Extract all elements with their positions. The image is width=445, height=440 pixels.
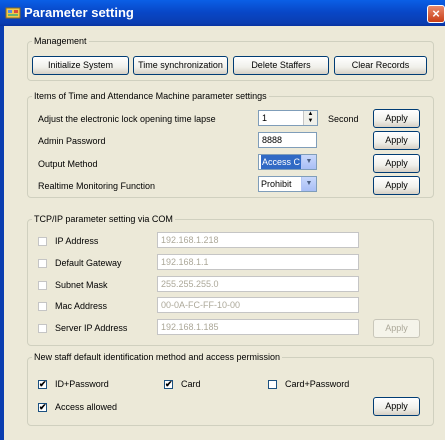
subnet-mask-label: Subnet Mask <box>55 280 108 290</box>
lock-time-unit: Second <box>328 114 359 124</box>
window-title: Parameter setting <box>24 5 134 20</box>
lock-time-input[interactable]: 1 ▲ ▼ <box>258 110 318 126</box>
new-staff-apply-button[interactable]: Apply <box>373 397 420 416</box>
new-staff-legend: New staff default identification method … <box>34 352 280 362</box>
app-icon <box>5 7 21 19</box>
mac-address-input[interactable]: 00-0A-FC-FF-10-00 <box>157 297 359 313</box>
management-legend: Management <box>34 36 87 46</box>
admin-password-label: Admin Password <box>38 136 106 146</box>
title-bar[interactable]: Parameter setting × <box>0 0 445 26</box>
admin-password-apply-button[interactable]: Apply <box>373 131 420 150</box>
server-ip-label: Server IP Address <box>55 323 128 333</box>
realtime-monitoring-label: Realtime Monitoring Function <box>38 181 156 191</box>
spinner-arrows-icon[interactable]: ▲ ▼ <box>303 111 317 125</box>
server-ip-value: 192.168.1.185 <box>161 322 219 332</box>
mac-address-checkbox[interactable] <box>38 302 47 311</box>
machine-params-legend: Items of Time and Attendance Machine par… <box>34 91 267 101</box>
realtime-monitoring-apply-button[interactable]: Apply <box>373 176 420 195</box>
access-allowed-checkbox[interactable]: ✔ <box>38 403 47 412</box>
lock-time-label: Adjust the electronic lock opening time … <box>38 114 216 124</box>
admin-password-value: 8888 <box>262 135 283 145</box>
checkmark-icon: ✔ <box>165 379 173 389</box>
admin-password-input[interactable]: 8888 <box>258 132 317 148</box>
mac-address-label: Mac Address <box>55 301 108 311</box>
subnet-mask-input[interactable]: 255.255.255.0 <box>157 276 359 292</box>
clear-records-button[interactable]: Clear Records <box>334 56 427 75</box>
tcpip-legend: TCP/IP parameter setting via COM <box>34 214 173 224</box>
card-checkbox[interactable]: ✔ <box>164 380 173 389</box>
close-button[interactable]: × <box>427 5 445 23</box>
ip-address-input[interactable]: 192.168.1.218 <box>157 232 359 248</box>
server-ip-checkbox[interactable] <box>38 324 47 333</box>
default-gateway-label: Default Gateway <box>55 258 122 268</box>
ip-address-value: 192.168.1.218 <box>161 235 219 245</box>
window-frame <box>0 26 4 440</box>
server-ip-input[interactable]: 192.168.1.185 <box>157 319 359 335</box>
output-method-value: Access C <box>261 155 302 169</box>
default-gateway-checkbox[interactable] <box>38 259 47 268</box>
close-icon: × <box>432 6 440 21</box>
tcpip-apply-button[interactable]: Apply <box>373 319 420 338</box>
lock-time-value: 1 <box>262 113 268 123</box>
realtime-monitoring-value: Prohibit <box>261 179 292 189</box>
delete-staffers-button[interactable]: Delete Staffers <box>233 56 329 75</box>
realtime-monitoring-select[interactable]: Prohibit ▼ <box>258 176 317 192</box>
subnet-mask-checkbox[interactable] <box>38 281 47 290</box>
id-password-checkbox[interactable]: ✔ <box>38 380 47 389</box>
checkmark-icon: ✔ <box>39 402 47 412</box>
ip-address-label: IP Address <box>55 236 99 246</box>
card-password-label: Card+Password <box>285 379 350 389</box>
output-method-apply-button[interactable]: Apply <box>373 154 420 173</box>
default-gateway-value: 192.168.1.1 <box>161 257 209 267</box>
time-synchronization-button[interactable]: Time synchronization <box>133 56 228 75</box>
card-label: Card <box>181 379 201 389</box>
lock-time-apply-button[interactable]: Apply <box>373 109 420 128</box>
output-method-select[interactable]: Access C ▼ <box>258 154 317 170</box>
output-method-label: Output Method <box>38 159 98 169</box>
chevron-down-icon[interactable]: ▼ <box>301 177 316 191</box>
ip-address-checkbox[interactable] <box>38 237 47 246</box>
subnet-mask-value: 255.255.255.0 <box>161 279 219 289</box>
mac-address-value: 00-0A-FC-FF-10-00 <box>161 300 241 310</box>
chevron-down-icon[interactable]: ▼ <box>301 155 316 169</box>
default-gateway-input[interactable]: 192.168.1.1 <box>157 254 359 270</box>
id-password-label: ID+Password <box>55 379 109 389</box>
checkmark-icon: ✔ <box>39 379 47 389</box>
card-password-checkbox[interactable] <box>268 380 277 389</box>
initialize-system-button[interactable]: Initialize System <box>32 56 129 75</box>
access-allowed-label: Access allowed <box>55 402 118 412</box>
